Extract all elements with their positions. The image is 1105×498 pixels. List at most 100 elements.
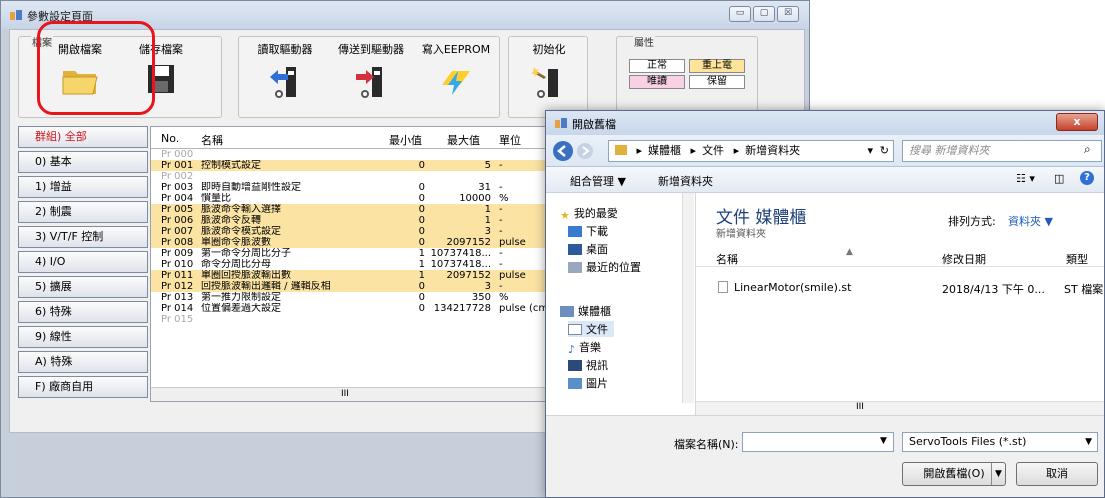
cell-min: 0: [418, 160, 425, 171]
minimize-button[interactable]: ▭: [729, 6, 751, 22]
table-row[interactable]: Pr 012 回授脈波輸出邏輯 / 邏輯反相 0 3-: [151, 281, 549, 292]
preview-pane-icon[interactable]: ◫: [1054, 172, 1064, 185]
content-hscrollbar[interactable]: III: [696, 401, 1104, 415]
cell-no: Pr 011: [161, 270, 194, 281]
table-row[interactable]: Pr 014 位置偏差過大設定 0 134217728 pulse (cmd: [151, 303, 549, 314]
table-row[interactable]: Pr 006 脈波命令反轉 0 1-: [151, 215, 549, 226]
breadcrumb-new-folder[interactable]: 新增資料夾: [745, 144, 800, 157]
write-eeprom-button[interactable]: 寫入EEPROM: [419, 41, 493, 99]
group-button-4[interactable]: 3) V/T/F 控制: [18, 226, 148, 248]
cell-max: 2097152: [446, 237, 491, 248]
navigation-pane: ★ 我的最愛 下載 桌面 最近的位置 媒體櫃 文件 ♪ 音樂 視訊 圖片: [546, 193, 696, 415]
cell-no: Pr 014: [161, 303, 194, 314]
send-driver-button[interactable]: 傳送到驅動器: [331, 41, 411, 101]
cell-min: 0: [418, 204, 425, 215]
nav-videos-label: 視訊: [586, 359, 608, 372]
cell-max: 10737418...: [430, 248, 491, 259]
nav-downloads[interactable]: 下載: [568, 223, 608, 239]
read-driver-button[interactable]: 讀取驅動器: [247, 41, 323, 101]
open-button[interactable]: 開啟舊檔(O) ▼: [902, 462, 1006, 486]
group-button-8[interactable]: 9) 線性: [18, 326, 148, 348]
breadcrumb-documents[interactable]: 文件: [702, 144, 724, 157]
filename-dropdown-icon[interactable]: ▼: [880, 436, 887, 446]
cell-no: Pr 003: [161, 182, 194, 193]
refresh-icon[interactable]: ↻: [880, 141, 889, 161]
group-button-6[interactable]: 5) 擴展: [18, 276, 148, 298]
organize-menu[interactable]: 組合管理 ▼: [570, 173, 626, 189]
group-button-3[interactable]: 2) 制震: [18, 201, 148, 223]
group-button-2[interactable]: 1) 增益: [18, 176, 148, 198]
open-split-arrow-icon[interactable]: ▼: [991, 463, 1005, 485]
cell-max: 350: [471, 292, 491, 303]
nav-scrollbar[interactable]: [682, 193, 694, 403]
table-row[interactable]: Pr 004 慣量比 0 10000%: [151, 193, 549, 204]
table-row[interactable]: Pr 002: [151, 171, 549, 182]
nav-recent-label: 最近的位置: [586, 261, 641, 274]
view-options-icon[interactable]: ☷ ▾: [1016, 172, 1035, 185]
cell-unit: -: [499, 160, 503, 171]
back-icon[interactable]: [552, 140, 574, 162]
send-driver-label: 傳送到驅動器: [338, 43, 404, 56]
group-button-7[interactable]: 6) 特殊: [18, 301, 148, 323]
table-row[interactable]: Pr 001 控制模式設定 0 5-: [151, 160, 549, 171]
table-row[interactable]: Pr 009 第一命令分周比分子 1 10737418... -: [151, 248, 549, 259]
initialize-button[interactable]: 初始化: [513, 41, 585, 101]
dialog-title-bar: 開啟舊檔 x: [546, 111, 1104, 135]
group-button-10[interactable]: F) 廠商自用: [18, 376, 148, 398]
scroll-thumb-mark: III: [341, 389, 349, 399]
cell-unit: pulse: [499, 270, 526, 281]
table-horizontal-scrollbar[interactable]: III: [151, 387, 549, 401]
cell-min: 0: [418, 281, 425, 292]
cell-no: Pr 005: [161, 204, 194, 215]
cell-min: 0: [418, 303, 425, 314]
nav-music[interactable]: ♪ 音樂: [568, 339, 601, 356]
cell-min: 0: [418, 237, 425, 248]
table-row[interactable]: Pr 008 單圈命令脈波數 0 2097152 pulse: [151, 237, 549, 248]
dialog-close-button[interactable]: x: [1056, 113, 1098, 131]
col-file-name[interactable]: 名稱: [716, 251, 738, 267]
table-row[interactable]: Pr 005 脈波命令輸入選擇 0 1-: [151, 204, 549, 215]
group-button-9[interactable]: A) 特殊: [18, 351, 148, 373]
group-button-5[interactable]: 4) I/O: [18, 251, 148, 273]
star-icon: ★: [560, 209, 570, 222]
search-input[interactable]: 搜尋 新增資料夾: [902, 140, 1102, 162]
breadcrumb-library[interactable]: 媒體櫃: [648, 144, 681, 157]
cell-unit: -: [499, 204, 503, 215]
downloads-icon: [568, 226, 582, 237]
cancel-button[interactable]: 取消: [1016, 462, 1098, 486]
table-row[interactable]: Pr 007 脈波命令模式設定 0 3-: [151, 226, 549, 237]
file-row[interactable]: LinearMotor(smile).st 2018/4/13 下午 0... …: [706, 277, 1103, 297]
nav-libraries[interactable]: 媒體櫃: [560, 303, 611, 319]
nav-desktop[interactable]: 桌面: [568, 241, 608, 257]
maximize-button[interactable]: ▢: [753, 6, 775, 22]
sort-dropdown[interactable]: 資料夾 ▼: [1008, 213, 1053, 229]
new-folder-button[interactable]: 新增資料夾: [658, 173, 713, 189]
filename-input[interactable]: [742, 432, 894, 452]
help-icon[interactable]: ?: [1080, 171, 1094, 185]
table-row[interactable]: Pr 013 第一推力限制設定 0 350%: [151, 292, 549, 303]
forward-icon[interactable]: [576, 142, 594, 160]
table-row[interactable]: Pr 011 單圈回授脈波輸出數 1 2097152 pulse: [151, 270, 549, 281]
nav-recent[interactable]: 最近的位置: [568, 259, 641, 275]
breadcrumb-dropdown-icon[interactable]: ▾: [867, 141, 873, 161]
group-button-0[interactable]: 群組) 全部: [18, 126, 148, 148]
nav-favorites[interactable]: ★ 我的最愛: [560, 205, 618, 222]
file-type-filter[interactable]: ServoTools Files (*.st) ▼: [902, 432, 1098, 452]
app-icon: [10, 10, 22, 20]
col-file-date[interactable]: 修改日期: [942, 251, 986, 267]
file-type-filter-value: ServoTools Files (*.st): [909, 435, 1027, 448]
close-button[interactable]: ☒: [777, 6, 799, 22]
col-file-type[interactable]: 類型: [1066, 251, 1088, 267]
nav-pictures[interactable]: 圖片: [568, 375, 608, 391]
breadcrumb[interactable]: ▸ 媒體櫃 ▸ 文件 ▸ 新增資料夾 ▾ ↻: [608, 140, 894, 162]
nav-libraries-label: 媒體櫃: [578, 305, 611, 318]
table-row[interactable]: Pr 003 即時自動增益剛性設定 0 31-: [151, 182, 549, 193]
table-row[interactable]: Pr 000: [151, 149, 549, 160]
table-row[interactable]: Pr 010 命令分周比分母 1 10737418... -: [151, 259, 549, 270]
cell-no: Pr 010: [161, 259, 194, 270]
table-row[interactable]: Pr 015: [151, 314, 549, 325]
search-icon[interactable]: ⌕: [1084, 142, 1091, 157]
group-button-1[interactable]: 0) 基本: [18, 151, 148, 173]
nav-videos[interactable]: 視訊: [568, 357, 608, 373]
nav-documents[interactable]: 文件: [568, 321, 614, 337]
